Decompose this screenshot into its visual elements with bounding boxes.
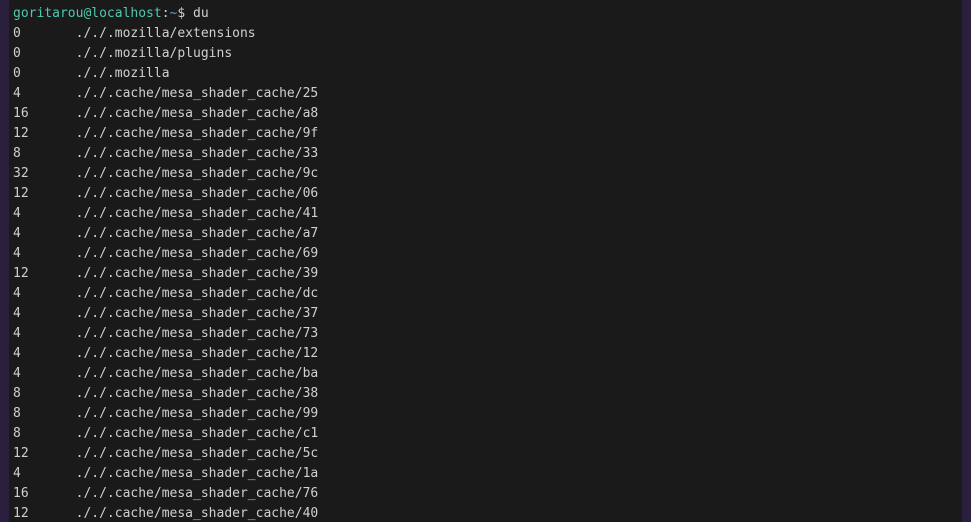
output-line: 0 ././.mozilla/plugins <box>13 44 958 64</box>
output-line: 12 ././.cache/mesa_shader_cache/40 <box>13 504 958 522</box>
output-line: 4 ././.cache/mesa_shader_cache/dc <box>13 284 958 304</box>
output-line: 12 ././.cache/mesa_shader_cache/39 <box>13 264 958 284</box>
output-line: 4 ././.cache/mesa_shader_cache/69 <box>13 244 958 264</box>
output-line: 12 ././.cache/mesa_shader_cache/06 <box>13 184 958 204</box>
terminal-window[interactable]: goritarou@localhost:~$ du 0 ././.mozilla… <box>9 0 962 522</box>
output-line: 12 ././.cache/mesa_shader_cache/9f <box>13 124 958 144</box>
output-line: 4 ././.cache/mesa_shader_cache/1a <box>13 464 958 484</box>
output-line: 0 ././.mozilla <box>13 64 958 84</box>
output-line: 8 ././.cache/mesa_shader_cache/38 <box>13 384 958 404</box>
output-line: 4 ././.cache/mesa_shader_cache/ba <box>13 364 958 384</box>
prompt-colon: : <box>162 6 170 21</box>
output-line: 8 ././.cache/mesa_shader_cache/c1 <box>13 424 958 444</box>
prompt-dollar: $ <box>177 6 193 21</box>
output-line: 4 ././.cache/mesa_shader_cache/12 <box>13 344 958 364</box>
command-output: 0 ././.mozilla/extensions0 ././.mozilla/… <box>13 24 958 522</box>
output-line: 32 ././.cache/mesa_shader_cache/9c <box>13 164 958 184</box>
output-line: 8 ././.cache/mesa_shader_cache/99 <box>13 404 958 424</box>
output-line: 4 ././.cache/mesa_shader_cache/41 <box>13 204 958 224</box>
prompt-line: goritarou@localhost:~$ du <box>13 4 958 24</box>
command-text: du <box>193 6 209 21</box>
output-line: 4 ././.cache/mesa_shader_cache/37 <box>13 304 958 324</box>
output-line: 8 ././.cache/mesa_shader_cache/33 <box>13 144 958 164</box>
output-line: 4 ././.cache/mesa_shader_cache/a7 <box>13 224 958 244</box>
output-line: 16 ././.cache/mesa_shader_cache/a8 <box>13 104 958 124</box>
prompt-user-host: goritarou@localhost <box>13 6 162 21</box>
output-line: 4 ././.cache/mesa_shader_cache/73 <box>13 324 958 344</box>
output-line: 12 ././.cache/mesa_shader_cache/5c <box>13 444 958 464</box>
output-line: 16 ././.cache/mesa_shader_cache/76 <box>13 484 958 504</box>
output-line: 4 ././.cache/mesa_shader_cache/25 <box>13 84 958 104</box>
output-line: 0 ././.mozilla/extensions <box>13 24 958 44</box>
